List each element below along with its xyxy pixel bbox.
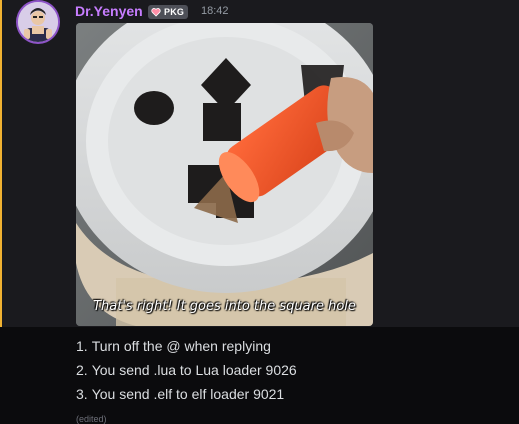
list-number: 1. bbox=[76, 338, 88, 354]
username[interactable]: Dr.Yenyen bbox=[75, 3, 143, 19]
edited-label[interactable]: (edited) bbox=[76, 414, 107, 424]
gif-caption: That's right! It goes into the square ho… bbox=[93, 299, 356, 314]
list-number: 3. bbox=[76, 386, 88, 402]
role-tag-label: PKG bbox=[164, 7, 185, 17]
shape-sorter-image bbox=[76, 23, 373, 326]
list-item: 1. Turn off the @ when replying bbox=[76, 334, 297, 358]
heart-icon bbox=[151, 8, 161, 17]
role-tag[interactable]: PKG bbox=[148, 5, 189, 19]
list-number: 2. bbox=[76, 362, 88, 378]
avatar-icon bbox=[18, 2, 58, 42]
mention-accent-bar bbox=[0, 0, 2, 327]
list-text: You send .lua to Lua loader 9026 bbox=[91, 362, 297, 378]
message-list: 1. Turn off the @ when replying 2. You sen… bbox=[76, 334, 297, 406]
list-text: You send .elf to elf loader 9021 bbox=[91, 386, 285, 402]
list-item: 3. You send .elf to elf loader 9021 bbox=[76, 382, 297, 406]
avatar[interactable] bbox=[18, 2, 58, 42]
message-image[interactable]: That's right! It goes into the square ho… bbox=[76, 23, 373, 326]
list-text: Turn off the @ when replying bbox=[91, 338, 271, 354]
timestamp[interactable]: 18:42 bbox=[201, 5, 229, 17]
list-item: 2. You send .lua to Lua loader 9026 bbox=[76, 358, 297, 382]
